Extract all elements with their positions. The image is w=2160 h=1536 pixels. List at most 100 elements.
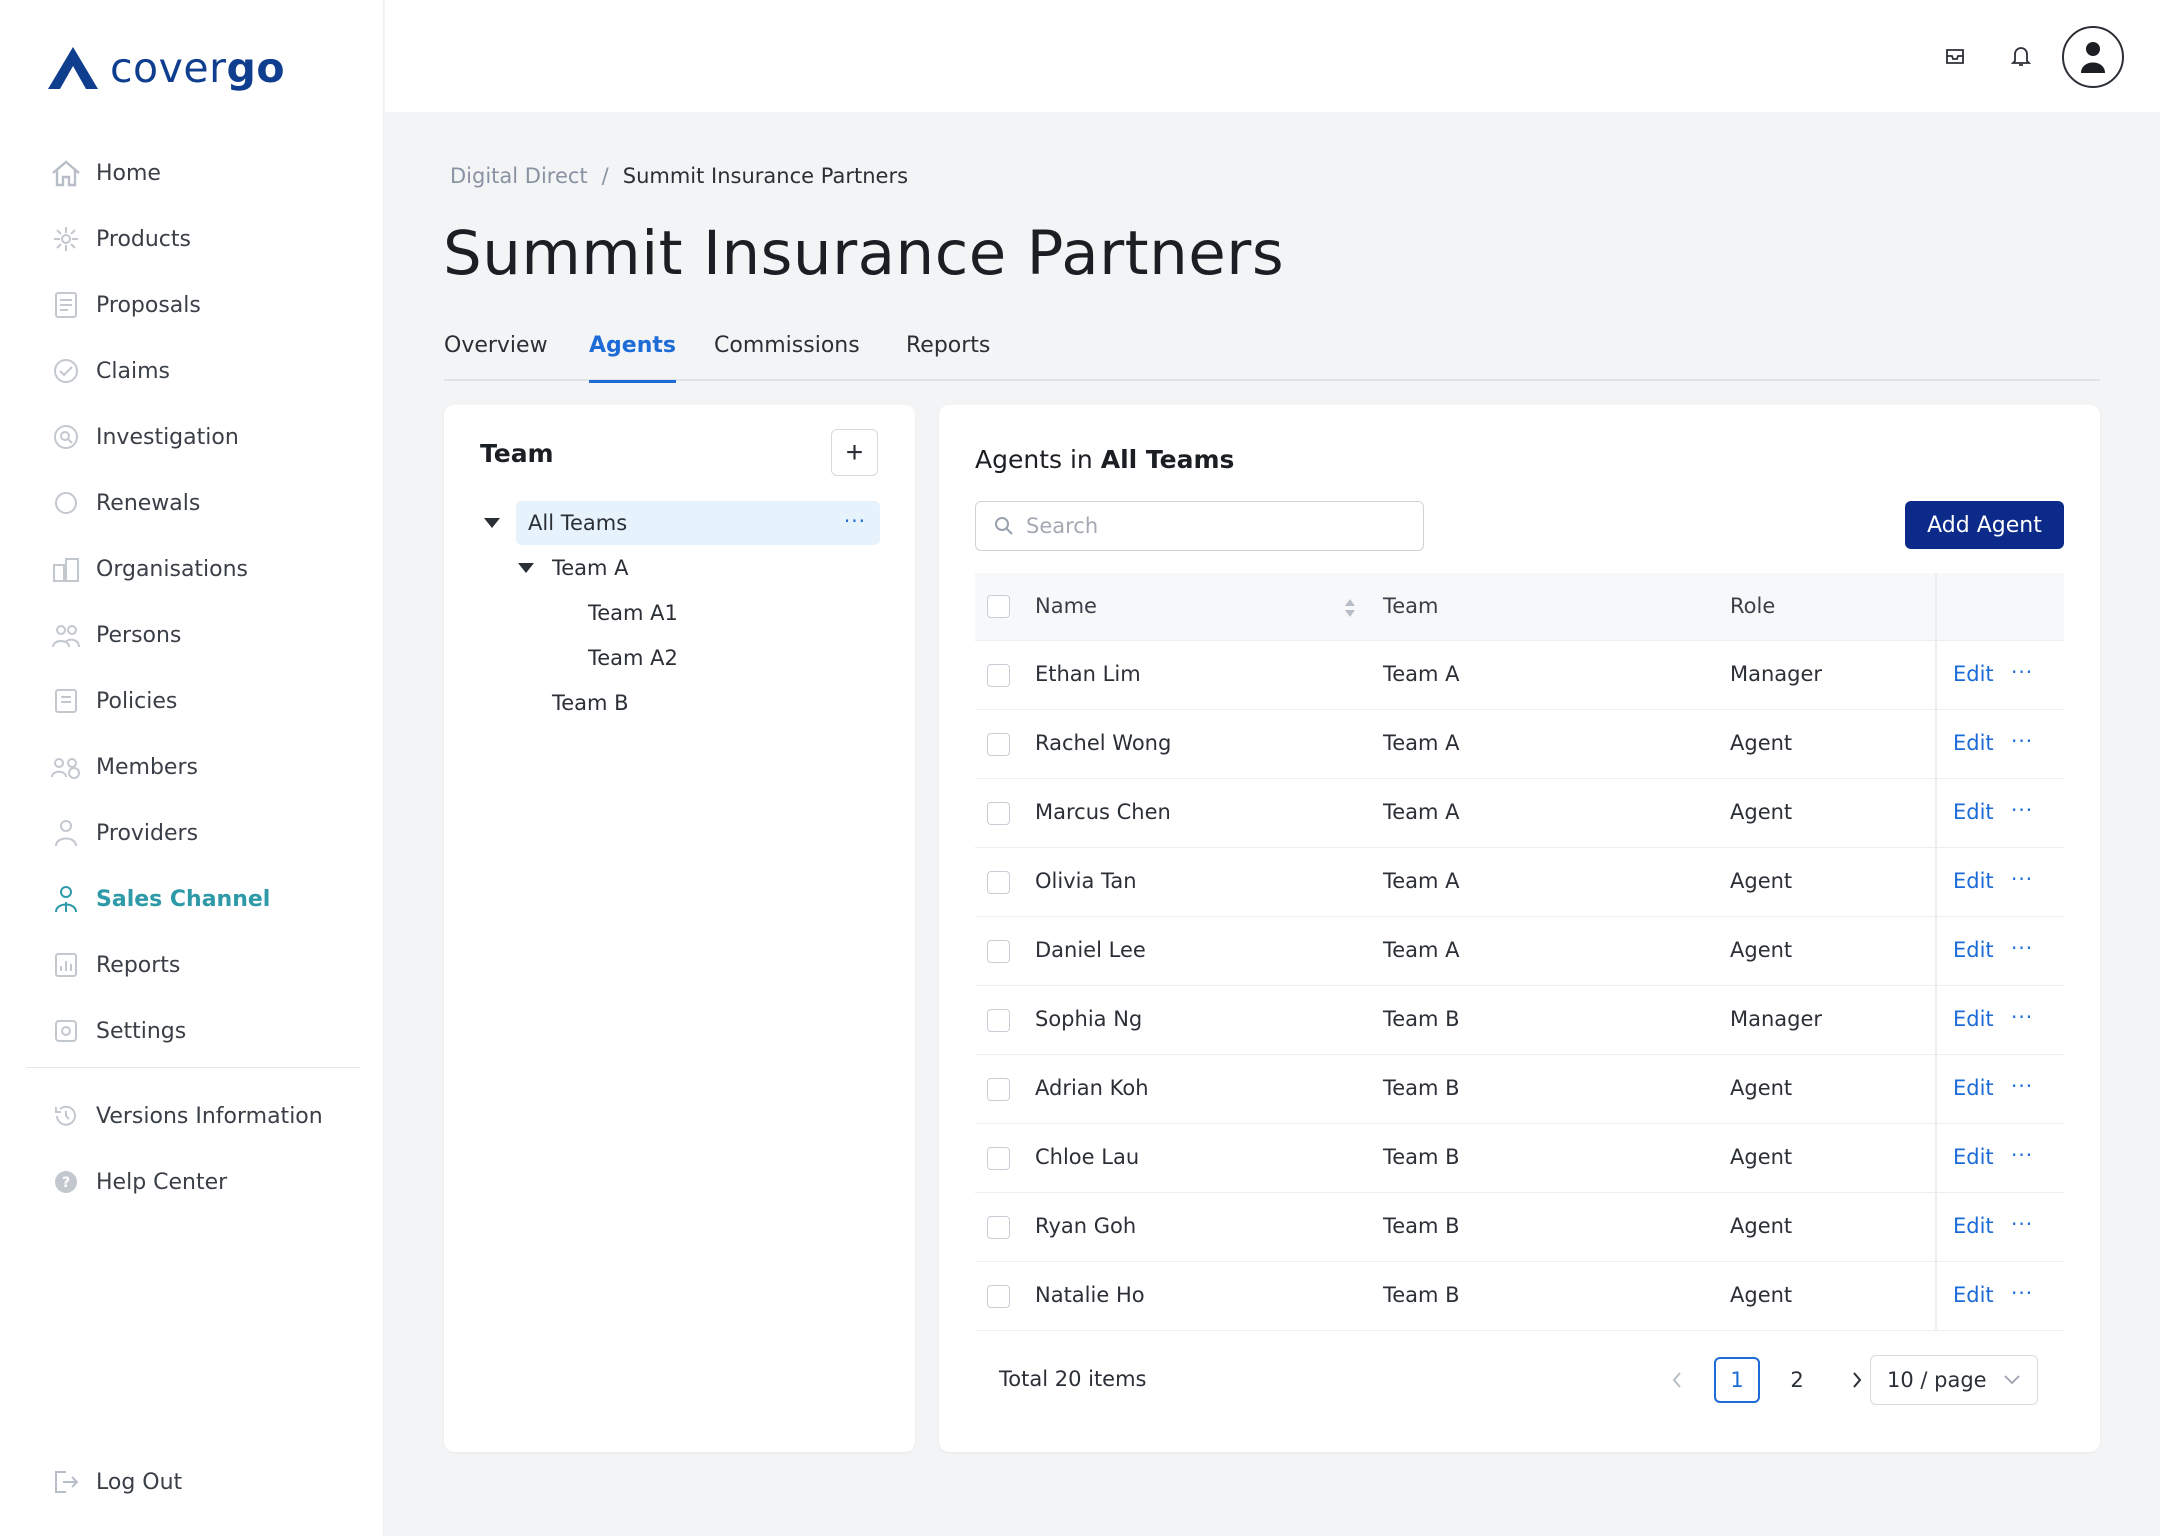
svg-text:?: ? bbox=[62, 1175, 70, 1191]
logout-button[interactable]: Log Out bbox=[0, 1449, 384, 1515]
edit-link[interactable]: Edit bbox=[1953, 1007, 1994, 1031]
tree-item-team-a2[interactable]: Team A2 bbox=[588, 636, 880, 680]
row-more-button[interactable]: ··· bbox=[2011, 660, 2033, 684]
table-row[interactable]: Daniel Lee Team A Agent Edit ··· bbox=[975, 917, 2064, 986]
page-size-select[interactable]: 10 / page bbox=[1870, 1355, 2038, 1405]
row-checkbox[interactable] bbox=[987, 1078, 1010, 1101]
select-all-checkbox[interactable] bbox=[987, 595, 1010, 618]
caret-down-icon[interactable] bbox=[484, 518, 500, 528]
table-row[interactable]: Natalie Ho Team B Agent Edit ··· bbox=[975, 1262, 2064, 1331]
sidebar-item-reports[interactable]: Reports bbox=[0, 932, 384, 998]
tree-item-team-a[interactable]: Team A bbox=[552, 546, 880, 590]
team-panel: Team + All Teams ··· Team A Team A1 Team… bbox=[444, 405, 915, 1452]
column-header-name[interactable]: Name bbox=[1035, 594, 1097, 618]
edit-link[interactable]: Edit bbox=[1953, 800, 1994, 824]
agents-scope: All Teams bbox=[1100, 445, 1235, 474]
prev-page-button[interactable] bbox=[1654, 1357, 1700, 1403]
sidebar-item-label: Reports bbox=[96, 952, 181, 978]
row-more-button[interactable]: ··· bbox=[2011, 1074, 2033, 1098]
tab-reports[interactable]: Reports bbox=[906, 333, 990, 381]
covergo-logo[interactable]: covergo bbox=[46, 44, 285, 92]
sidebar-item-claims[interactable]: Claims bbox=[0, 338, 384, 404]
sidebar-item-settings[interactable]: Settings bbox=[0, 998, 384, 1064]
user-avatar-icon[interactable] bbox=[2062, 26, 2124, 88]
table-row[interactable]: Olivia Tan Team A Agent Edit ··· bbox=[975, 848, 2064, 917]
agent-role: Agent bbox=[1730, 1214, 1793, 1238]
inbox-icon[interactable] bbox=[1939, 40, 1971, 72]
tab-overview[interactable]: Overview bbox=[444, 333, 548, 381]
tree-item-team-b[interactable]: Team B bbox=[552, 681, 880, 725]
row-more-button[interactable]: ··· bbox=[2011, 1143, 2033, 1167]
sort-icon[interactable] bbox=[1343, 597, 1357, 619]
tree-item-all-teams[interactable]: All Teams ··· bbox=[516, 501, 880, 545]
sidebar-item-investigation[interactable]: Investigation bbox=[0, 404, 384, 470]
row-more-button[interactable]: ··· bbox=[2011, 867, 2033, 891]
search-input[interactable] bbox=[1026, 514, 1406, 538]
row-more-button[interactable]: ··· bbox=[2011, 936, 2033, 960]
tab-commissions[interactable]: Commissions bbox=[714, 333, 860, 381]
sidebar-item-home[interactable]: Home bbox=[0, 140, 384, 206]
bell-icon[interactable] bbox=[2005, 40, 2037, 72]
table-row[interactable]: Ryan Goh Team B Agent Edit ··· bbox=[975, 1193, 2064, 1262]
add-agent-button[interactable]: Add Agent bbox=[1905, 501, 2064, 549]
edit-link[interactable]: Edit bbox=[1953, 1076, 1994, 1100]
edit-link[interactable]: Edit bbox=[1953, 662, 1994, 686]
edit-link[interactable]: Edit bbox=[1953, 938, 1994, 962]
edit-link[interactable]: Edit bbox=[1953, 1214, 1994, 1238]
table-row[interactable]: Adrian Koh Team B Agent Edit ··· bbox=[975, 1055, 2064, 1124]
sidebar-item-label: Policies bbox=[96, 688, 178, 714]
sidebar-item-sales-channel[interactable]: Sales Channel bbox=[0, 866, 384, 932]
edit-link[interactable]: Edit bbox=[1953, 731, 1994, 755]
agent-team: Team A bbox=[1383, 800, 1460, 824]
row-more-button[interactable]: ··· bbox=[2011, 798, 2033, 822]
row-checkbox[interactable] bbox=[987, 871, 1010, 894]
sidebar-item-organisations[interactable]: Organisations bbox=[0, 536, 384, 602]
row-more-button[interactable]: ··· bbox=[2011, 1212, 2033, 1236]
row-more-button[interactable]: ··· bbox=[2011, 729, 2033, 753]
sidebar-secondary-nav: Versions Information ? Help Center bbox=[0, 1083, 384, 1215]
table-row[interactable]: Marcus Chen Team A Agent Edit ··· bbox=[975, 779, 2064, 848]
sidebar-item-proposals[interactable]: Proposals bbox=[0, 272, 384, 338]
agent-name: Ethan Lim bbox=[1035, 662, 1141, 686]
settings-icon bbox=[50, 1015, 82, 1047]
page-button-2[interactable]: 2 bbox=[1774, 1357, 1820, 1403]
table-row[interactable]: Rachel Wong Team A Agent Edit ··· bbox=[975, 710, 2064, 779]
row-checkbox[interactable] bbox=[987, 1285, 1010, 1308]
sidebar-item-persons[interactable]: Persons bbox=[0, 602, 384, 668]
row-checkbox[interactable] bbox=[987, 733, 1010, 756]
sidebar-item-providers[interactable]: Providers bbox=[0, 800, 384, 866]
row-checkbox[interactable] bbox=[987, 664, 1010, 687]
row-checkbox[interactable] bbox=[987, 940, 1010, 963]
edit-link[interactable]: Edit bbox=[1953, 869, 1994, 893]
sidebar-item-renewals[interactable]: Renewals bbox=[0, 470, 384, 536]
sidebar-item-help-center[interactable]: ? Help Center bbox=[0, 1149, 384, 1215]
row-checkbox[interactable] bbox=[987, 1147, 1010, 1170]
agent-name: Olivia Tan bbox=[1035, 869, 1137, 893]
row-more-button[interactable]: ··· bbox=[2011, 1005, 2033, 1029]
table-row[interactable]: Sophia Ng Team B Manager Edit ··· bbox=[975, 986, 2064, 1055]
organisations-icon bbox=[50, 553, 82, 585]
table-row[interactable]: Chloe Lau Team B Agent Edit ··· bbox=[975, 1124, 2064, 1193]
sidebar-item-members[interactable]: Members bbox=[0, 734, 384, 800]
tree-item-team-a1[interactable]: Team A1 bbox=[588, 591, 880, 635]
tab-agents[interactable]: Agents bbox=[589, 333, 676, 383]
edit-link[interactable]: Edit bbox=[1953, 1283, 1994, 1307]
breadcrumb-link-digital-direct[interactable]: Digital Direct bbox=[450, 164, 588, 188]
agent-team: Team B bbox=[1383, 1076, 1460, 1100]
row-checkbox[interactable] bbox=[987, 1216, 1010, 1239]
sidebar-item-policies[interactable]: Policies bbox=[0, 668, 384, 734]
sidebar-item-products[interactable]: Products bbox=[0, 206, 384, 272]
sidebar-item-versions-information[interactable]: Versions Information bbox=[0, 1083, 384, 1149]
agent-name: Natalie Ho bbox=[1035, 1283, 1145, 1307]
page-button-1[interactable]: 1 bbox=[1714, 1357, 1760, 1403]
row-more-button[interactable]: ··· bbox=[2011, 1281, 2033, 1305]
caret-down-icon[interactable] bbox=[518, 563, 534, 573]
table-row[interactable]: Ethan Lim Team A Manager Edit ··· bbox=[975, 641, 2064, 710]
tree-item-more-button[interactable]: ··· bbox=[844, 509, 866, 533]
investigation-icon bbox=[50, 421, 82, 453]
add-team-button[interactable]: + bbox=[831, 429, 878, 476]
row-checkbox[interactable] bbox=[987, 1009, 1010, 1032]
row-checkbox[interactable] bbox=[987, 802, 1010, 825]
sidebar-item-label: Claims bbox=[96, 358, 170, 384]
edit-link[interactable]: Edit bbox=[1953, 1145, 1994, 1169]
